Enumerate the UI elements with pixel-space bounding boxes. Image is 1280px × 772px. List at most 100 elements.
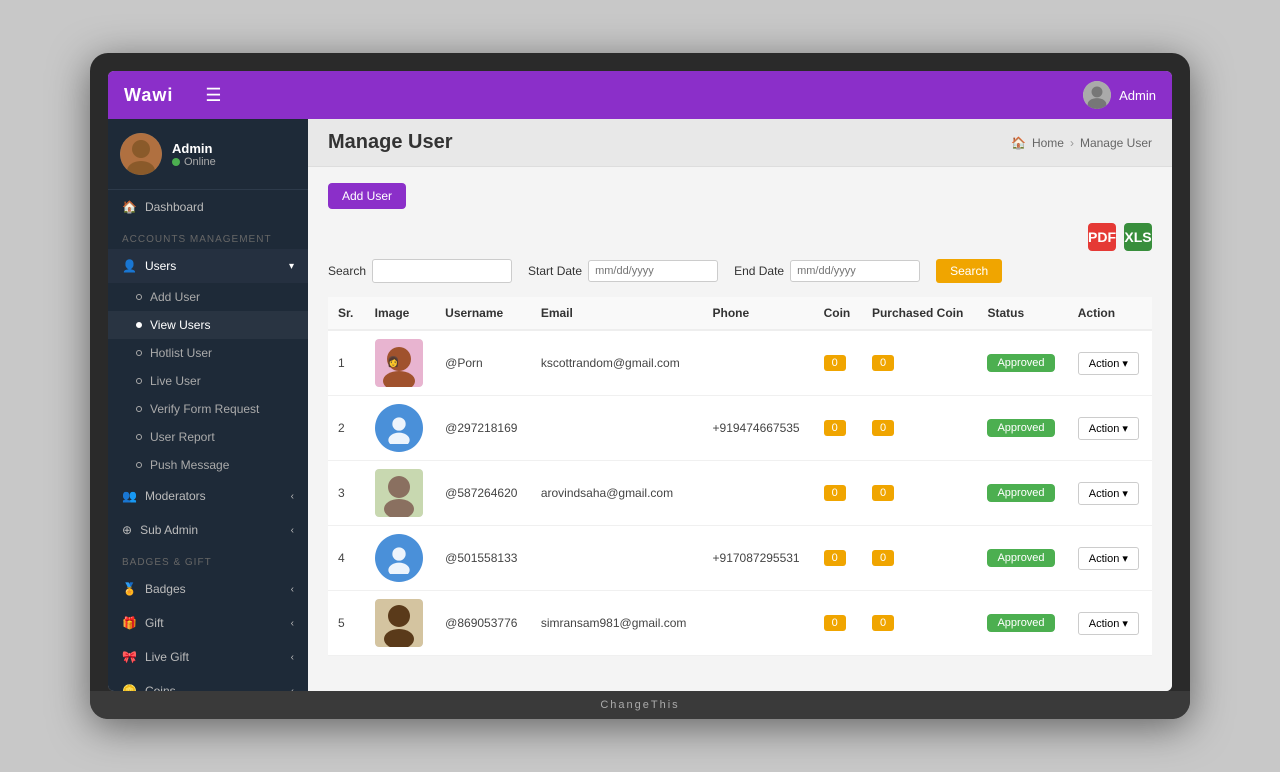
cell-username: @297218169 (435, 396, 531, 461)
hamburger-icon[interactable]: ☰ (205, 85, 221, 106)
add-user-label: Add User (150, 290, 200, 304)
col-sr: Sr. (328, 297, 365, 330)
user-avatar-image (375, 599, 423, 647)
verify-circle (136, 406, 142, 412)
action-button[interactable]: Action ▾ (1078, 612, 1139, 635)
sidebar: Admin Online 🏠 Dashboard ACCOUNTS MANAGE… (108, 119, 308, 691)
user-avatar-image: 👩 (375, 339, 423, 387)
cell-action: Action ▾ (1068, 330, 1152, 396)
action-button[interactable]: Action ▾ (1078, 417, 1139, 440)
action-button[interactable]: Action ▾ (1078, 482, 1139, 505)
cell-action: Action ▾ (1068, 591, 1152, 656)
cell-image (365, 591, 436, 656)
brand-logo: Wawi (124, 85, 173, 106)
pdf-export-button[interactable]: PDF (1088, 223, 1116, 251)
action-button[interactable]: Action ▾ (1078, 547, 1139, 570)
user-avatar-default (375, 534, 423, 582)
cell-phone: +919474667535 (703, 396, 814, 461)
live-user-circle (136, 378, 142, 384)
hotlist-label: Hotlist User (150, 346, 212, 360)
cell-sr: 2 (328, 396, 365, 461)
end-date-input[interactable] (790, 260, 920, 282)
action-button[interactable]: Action ▾ (1078, 352, 1139, 375)
sidebar-item-hotlist-user[interactable]: Hotlist User (108, 339, 308, 367)
page-title: Manage User (328, 131, 453, 154)
col-phone: Phone (703, 297, 814, 330)
cell-image (365, 396, 436, 461)
start-date-group: Start Date (528, 260, 718, 282)
verify-label: Verify Form Request (150, 402, 259, 416)
sidebar-item-view-users[interactable]: View Users (108, 311, 308, 339)
sidebar-item-live-user[interactable]: Live User (108, 367, 308, 395)
cell-sr: 3 (328, 461, 365, 526)
cell-image: 👩 (365, 330, 436, 396)
end-date-label: End Date (734, 264, 784, 278)
search-bar: Search Start Date End Date S (328, 259, 1152, 283)
cell-email (531, 526, 703, 591)
online-indicator (172, 158, 180, 166)
live-user-label: Live User (150, 374, 201, 388)
add-user-circle (136, 294, 142, 300)
sidebar-item-sub-admin[interactable]: ⊕ Sub Admin ‹ (108, 513, 308, 547)
laptop-brand: ChangeThis (90, 691, 1190, 719)
table-row: 2 @297218169 +919474667535 0 0 Approved … (328, 396, 1152, 461)
search-group: Search (328, 259, 512, 283)
top-nav-right: Admin (1083, 81, 1156, 109)
user-avatar-default (375, 404, 423, 452)
cell-action: Action ▾ (1068, 461, 1152, 526)
cell-coin: 0 (814, 330, 862, 396)
coins-icon: 🪙 (122, 684, 137, 691)
sidebar-item-live-gift[interactable]: 🎀 Live Gift ‹ (108, 640, 308, 674)
start-date-label: Start Date (528, 264, 582, 278)
cell-purchased-coin: 0 (862, 461, 977, 526)
live-gift-label: Live Gift (145, 650, 189, 664)
sidebar-item-moderators[interactable]: 👥 Moderators ‹ (108, 479, 308, 513)
excel-export-button[interactable]: XLS (1124, 223, 1152, 251)
user-report-label: User Report (150, 430, 215, 444)
coins-label: Coins (145, 684, 176, 691)
admin-avatar-top (1083, 81, 1111, 109)
col-status: Status (977, 297, 1067, 330)
cell-status: Approved (977, 526, 1067, 591)
sidebar-item-push-message[interactable]: Push Message (108, 451, 308, 479)
users-label: Users (145, 259, 176, 273)
add-user-button[interactable]: Add User (328, 183, 406, 209)
search-button[interactable]: Search (936, 259, 1002, 283)
sidebar-item-badges[interactable]: 🏅 Badges ‹ (108, 572, 308, 606)
user-report-circle (136, 434, 142, 440)
col-coin: Coin (814, 297, 862, 330)
gift-chevron: ‹ (291, 618, 294, 629)
col-image: Image (365, 297, 436, 330)
main-content: Manage User 🏠 Home › Manage User Add Use… (308, 119, 1172, 691)
breadcrumb: 🏠 Home › Manage User (1011, 136, 1152, 150)
cell-sr: 5 (328, 591, 365, 656)
search-input[interactable] (372, 259, 512, 283)
cell-purchased-coin: 0 (862, 330, 977, 396)
badges-section-label: BADGES & GIFT (108, 547, 308, 572)
cell-purchased-coin: 0 (862, 396, 977, 461)
cell-username: @587264620 (435, 461, 531, 526)
breadcrumb-separator: › (1070, 136, 1074, 150)
top-nav: Wawi ☰ Admin (108, 71, 1172, 119)
sidebar-item-users[interactable]: 👤 Users ▾ (108, 249, 308, 283)
sidebar-item-user-report[interactable]: User Report (108, 423, 308, 451)
users-submenu: Add User View Users Hotlist User Li (108, 283, 308, 479)
start-date-input[interactable] (588, 260, 718, 282)
sidebar-item-dashboard[interactable]: 🏠 Dashboard (108, 190, 308, 224)
breadcrumb-home: Home (1032, 136, 1064, 150)
sidebar-item-gift[interactable]: 🎁 Gift ‹ (108, 606, 308, 640)
live-gift-icon: 🎀 (122, 650, 137, 664)
sidebar-item-add-user[interactable]: Add User (108, 283, 308, 311)
moderators-label: Moderators (145, 489, 206, 503)
table-row: 5 @869053776 simransam981@gmail.com 0 0 … (328, 591, 1152, 656)
sidebar-item-coins[interactable]: 🪙 Coins ‹ (108, 674, 308, 691)
sidebar-item-verify-form[interactable]: Verify Form Request (108, 395, 308, 423)
view-users-circle (136, 322, 142, 328)
sub-admin-chevron: ‹ (291, 525, 294, 536)
table-row: 4 @501558133 +917087295531 0 0 Approved … (328, 526, 1152, 591)
cell-username: @501558133 (435, 526, 531, 591)
export-icons: PDF XLS (328, 223, 1152, 251)
moderators-chevron: ‹ (291, 491, 294, 502)
sidebar-dashboard-label: Dashboard (145, 200, 204, 214)
cell-sr: 1 (328, 330, 365, 396)
